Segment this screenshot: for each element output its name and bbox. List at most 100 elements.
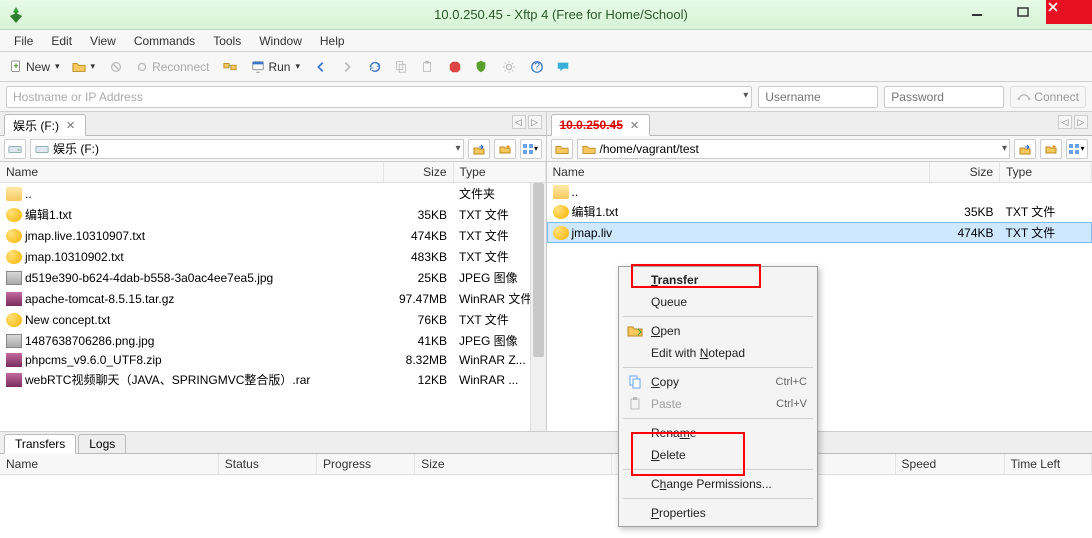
- file-row[interactable]: phpcms_v9.6.0_UTF8.zip8.32MBWinRAR Z...: [0, 351, 545, 369]
- menu-commands[interactable]: Commands: [126, 31, 203, 51]
- run-button[interactable]: Run▾: [246, 55, 305, 79]
- menu-window[interactable]: Window: [251, 31, 310, 51]
- file-size: 41KB: [383, 330, 453, 351]
- remote-tab-prev[interactable]: ◁: [1058, 115, 1072, 129]
- menu-file[interactable]: File: [6, 31, 41, 51]
- connect-button[interactable]: Connect: [1010, 86, 1086, 108]
- host-input[interactable]: Hostname or IP Address ▾: [6, 86, 752, 108]
- transfers-col[interactable]: Progress: [317, 454, 415, 475]
- disconnect-button[interactable]: [104, 55, 128, 79]
- file-row[interactable]: 编辑1.txt35KBTXT 文件: [547, 201, 1092, 222]
- transfers-col[interactable]: Time Left: [1004, 454, 1091, 475]
- local-up-button[interactable]: [468, 139, 490, 159]
- local-col-type[interactable]: Type: [453, 162, 545, 183]
- open-button[interactable]: ▾: [67, 55, 101, 79]
- sync-folders-button[interactable]: [218, 55, 242, 79]
- local-filelist[interactable]: Name Size Type ..文件夹编辑1.txt35KBTXT 文件jma…: [0, 162, 546, 431]
- cm-properties[interactable]: Properties: [621, 502, 815, 524]
- local-col-size[interactable]: Size: [383, 162, 453, 183]
- file-row[interactable]: New concept.txt76KBTXT 文件: [0, 309, 545, 330]
- remote-tab-close-icon[interactable]: ✕: [630, 119, 639, 132]
- cm-delete[interactable]: Delete: [621, 444, 815, 466]
- window-close-button[interactable]: [1046, 0, 1092, 24]
- remote-col-type[interactable]: Type: [1000, 162, 1092, 183]
- feedback-button[interactable]: [551, 55, 575, 79]
- file-row[interactable]: jmap.liv474KBTXT 文件: [547, 222, 1092, 243]
- remote-path-dropdown-icon[interactable]: ▾: [1002, 143, 1007, 154]
- shield-button[interactable]: [469, 55, 493, 79]
- remote-tab-next[interactable]: ▷: [1074, 115, 1088, 129]
- menu-tools[interactable]: Tools: [205, 31, 249, 51]
- host-dropdown-icon[interactable]: ▾: [743, 90, 748, 101]
- file-row[interactable]: d519e390-b624-4dab-b558-3a0ac4ee7ea5.jpg…: [0, 267, 545, 288]
- transfers-col[interactable]: Status: [218, 454, 316, 475]
- file-row[interactable]: apache-tomcat-8.5.15.tar.gz97.47MBWinRAR…: [0, 288, 545, 309]
- refresh-button[interactable]: [363, 55, 387, 79]
- local-tab-prev[interactable]: ◁: [512, 115, 526, 129]
- forward-button[interactable]: [335, 55, 359, 79]
- remote-up-button[interactable]: [1014, 139, 1036, 159]
- help-button[interactable]: ?: [525, 55, 549, 79]
- file-row[interactable]: 1487638706286.png.jpg41KBJPEG 图像: [0, 330, 545, 351]
- file-name: jmap.10310902.txt: [25, 250, 124, 264]
- remote-col-size[interactable]: Size: [930, 162, 1000, 183]
- options-button[interactable]: [497, 55, 521, 79]
- username-input[interactable]: [758, 86, 878, 108]
- local-path-input[interactable]: 娱乐 (F:) ▾: [30, 139, 464, 159]
- menu-help[interactable]: Help: [312, 31, 353, 51]
- file-row[interactable]: ..: [547, 183, 1092, 202]
- run-label: Run: [268, 60, 290, 74]
- window-maximize-button[interactable]: [1000, 0, 1046, 24]
- cm-copy[interactable]: CopyCtrl+C: [621, 371, 815, 393]
- reconnect-button[interactable]: Reconnect: [130, 55, 214, 79]
- new-label: New: [26, 60, 50, 74]
- back-button[interactable]: [309, 55, 333, 79]
- file-name: apache-tomcat-8.5.15.tar.gz: [25, 292, 174, 306]
- transfers-col[interactable]: Speed: [895, 454, 1004, 475]
- window-minimize-button[interactable]: [954, 0, 1000, 24]
- remote-col-name[interactable]: Name: [547, 162, 930, 183]
- cm-edit-notepad[interactable]: Edit with Notepad: [621, 342, 815, 364]
- local-newfolder-button[interactable]: [494, 139, 516, 159]
- file-name: jmap.liv: [572, 226, 613, 240]
- cm-queue[interactable]: Queue: [621, 291, 815, 313]
- remote-newfolder-button[interactable]: [1040, 139, 1062, 159]
- local-tab-label: 娱乐 (F:): [13, 117, 59, 134]
- cm-change-permissions[interactable]: Change Permissions...: [621, 473, 815, 495]
- copy-button[interactable]: [389, 55, 413, 79]
- menu-view[interactable]: View: [82, 31, 124, 51]
- local-tab[interactable]: 娱乐 (F:) ✕: [4, 114, 86, 136]
- remote-tab[interactable]: 10.0.250.45 ✕: [551, 114, 651, 136]
- transfers-col[interactable]: Name: [0, 454, 218, 475]
- new-button[interactable]: New▾: [4, 55, 65, 79]
- cm-open[interactable]: Open: [621, 320, 815, 342]
- file-row[interactable]: jmap.live.10310907.txt474KBTXT 文件: [0, 225, 545, 246]
- local-pane: 娱乐 (F:) ✕ ◁ ▷ 娱乐 (F:) ▾ ▾ Name: [0, 112, 547, 431]
- file-row[interactable]: webRTC视频聊天（JAVA、SPRINGMVC整合版）.rar12KBWin…: [0, 369, 545, 390]
- cm-rename[interactable]: Rename: [621, 422, 815, 444]
- transfers-col[interactable]: Size: [415, 454, 611, 475]
- local-tabstrip: 娱乐 (F:) ✕ ◁ ▷: [0, 112, 546, 136]
- remote-path-input[interactable]: /home/vagrant/test ▾: [577, 139, 1011, 159]
- menu-edit[interactable]: Edit: [43, 31, 80, 51]
- local-view-button[interactable]: ▾: [520, 139, 542, 159]
- remote-view-button[interactable]: ▾: [1066, 139, 1088, 159]
- tab-transfers[interactable]: Transfers: [4, 434, 76, 454]
- local-path-dropdown-icon[interactable]: ▾: [455, 143, 460, 154]
- file-row[interactable]: ..文件夹: [0, 183, 545, 205]
- password-input[interactable]: [884, 86, 1004, 108]
- file-row[interactable]: 编辑1.txt35KBTXT 文件: [0, 204, 545, 225]
- txt-icon: [6, 250, 22, 264]
- cm-transfer[interactable]: Transfer: [621, 269, 815, 291]
- stop-button[interactable]: [443, 55, 467, 79]
- tab-logs[interactable]: Logs: [78, 434, 126, 454]
- file-row[interactable]: jmap.10310902.txt483KBTXT 文件: [0, 246, 545, 267]
- local-tab-close-icon[interactable]: ✕: [66, 119, 75, 132]
- rar-icon: [6, 353, 22, 367]
- local-scrollbar[interactable]: [530, 183, 546, 431]
- local-tab-next[interactable]: ▷: [528, 115, 542, 129]
- local-drive-button[interactable]: [4, 139, 26, 159]
- remote-root-button[interactable]: [551, 139, 573, 159]
- paste-button[interactable]: [415, 55, 439, 79]
- local-col-name[interactable]: Name: [0, 162, 383, 183]
